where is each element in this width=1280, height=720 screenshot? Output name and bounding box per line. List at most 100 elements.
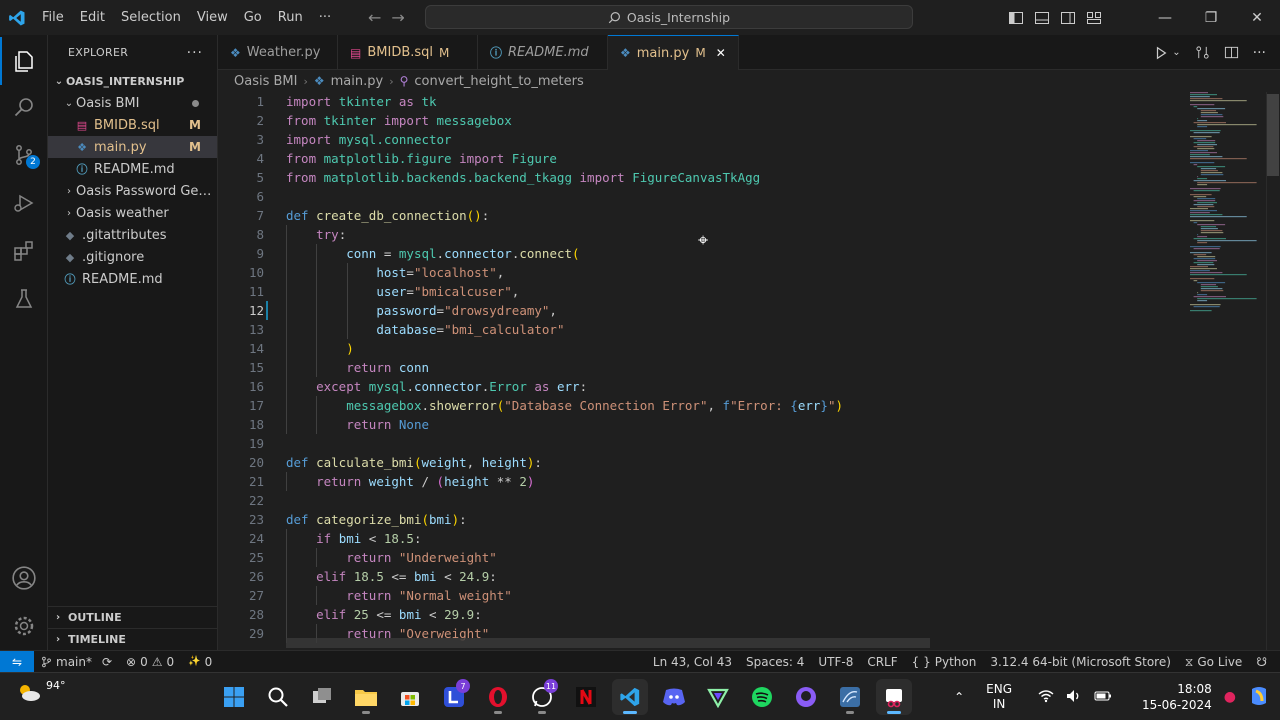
explorer-icon[interactable] (0, 37, 48, 85)
code-line[interactable]: host="localhost", (286, 263, 1186, 282)
back-arrow-icon[interactable]: ← (368, 8, 381, 27)
toggle-panel-icon[interactable] (1034, 10, 1050, 26)
code-line[interactable] (286, 491, 1186, 510)
menu-item[interactable]: ··· (311, 0, 339, 35)
code-line[interactable]: except mysql.connector.Error as err: (286, 377, 1186, 396)
vscode-taskbar-icon[interactable] (612, 679, 648, 715)
code-line[interactable]: return "Underweight" (286, 548, 1186, 567)
menu-item[interactable]: Run (270, 0, 311, 35)
code-line[interactable]: user="bmicalcuser", (286, 282, 1186, 301)
language-mode[interactable]: { } Python (905, 655, 984, 669)
tree-item[interactable]: ⓘ README.md (48, 268, 217, 290)
code-line[interactable]: return "Normal weight" (286, 586, 1186, 605)
close-tab-icon[interactable]: ✕ (716, 46, 726, 60)
tree-item[interactable]: › Oasis weather (48, 202, 217, 224)
code-line[interactable]: return conn (286, 358, 1186, 377)
chevron-down-icon[interactable]: ⌄ (1172, 47, 1180, 58)
problems-status[interactable]: ⊗ 0 ⚠ 0 (119, 655, 181, 669)
code-editor[interactable]: 1 2 3 4 5 6 7 8 9 10 11 12 13 14 15 16 17 18 19 20 21 22 23 24 2… (218, 92, 1280, 650)
more-actions-icon[interactable]: ··· (1253, 45, 1266, 61)
vertical-scrollbar[interactable] (1266, 92, 1280, 650)
code-line[interactable] (286, 187, 1186, 206)
tree-item[interactable]: ⌄ Oasis BMI (48, 92, 217, 114)
code-line[interactable]: from matplotlib.figure import Figure (286, 149, 1186, 168)
menu-item[interactable]: File (34, 0, 72, 35)
forward-arrow-icon[interactable]: → (391, 8, 404, 27)
command-center[interactable]: Oasis_Internship (425, 5, 913, 29)
close-window-icon[interactable]: ✕ (1234, 10, 1280, 26)
code-line[interactable]: elif 18.5 <= bmi < 24.9: (286, 567, 1186, 586)
code-line[interactable]: def calculate_bmi(weight, height): (286, 453, 1186, 472)
horizontal-scrollbar[interactable] (286, 638, 930, 648)
code-line[interactable]: ) (286, 339, 1186, 358)
editor-tab[interactable]: ⓘ README.md (478, 35, 608, 70)
menu-item[interactable]: Go (236, 0, 270, 35)
code-line[interactable]: try: (286, 225, 1186, 244)
weather-widget[interactable]: 94° (16, 679, 66, 703)
indentation[interactable]: Spaces: 4 (739, 655, 811, 669)
volume-icon[interactable] (1066, 689, 1082, 706)
proton-vpn-icon[interactable] (700, 679, 736, 715)
source-control-icon[interactable]: 2 (0, 131, 48, 179)
notification-bell-icon[interactable]: ● (1224, 689, 1236, 705)
settings-gear-icon[interactable] (0, 602, 48, 650)
editor-tab[interactable]: ❖ main.py M ✕ (608, 35, 739, 70)
restore-icon[interactable]: ❐ (1188, 10, 1234, 26)
task-view-icon[interactable] (304, 679, 340, 715)
code-line[interactable]: import tkinter as tk (286, 92, 1186, 111)
code-line[interactable]: return None (286, 415, 1186, 434)
code-line[interactable]: def create_db_connection(): (286, 206, 1186, 225)
tree-item[interactable]: ❖ main.py M (48, 136, 217, 158)
go-live[interactable]: ⧖ Go Live (1178, 655, 1249, 670)
copilot-icon[interactable] (1248, 685, 1270, 710)
clock[interactable]: 18:08 15-06-2024 (1142, 681, 1212, 713)
more-actions-icon[interactable]: ··· (187, 45, 203, 61)
search-icon[interactable] (0, 83, 48, 131)
accounts-icon[interactable] (0, 554, 48, 602)
tree-item[interactable]: ▤ BMIDB.sql M (48, 114, 217, 136)
app-l-icon[interactable]: 7 (436, 679, 472, 715)
tree-item[interactable]: ⓘ README.md (48, 158, 217, 180)
github-desktop-icon[interactable] (788, 679, 824, 715)
mysql-workbench-icon[interactable] (832, 679, 868, 715)
timeline-section[interactable]: › TIMELINE (48, 628, 218, 650)
whatsapp-icon[interactable]: 11 (524, 679, 560, 715)
minimize-icon[interactable]: — (1142, 10, 1188, 26)
spotify-icon[interactable] (744, 679, 780, 715)
minimap[interactable] (1186, 92, 1266, 322)
line-ending[interactable]: CRLF (860, 655, 904, 669)
testing-flask-icon[interactable] (0, 275, 48, 323)
code-line[interactable]: database="bmi_calculator" (286, 320, 1186, 339)
outline-section[interactable]: › OUTLINE (48, 606, 218, 628)
code-line[interactable]: from matplotlib.backends.backend_tkagg i… (286, 168, 1186, 187)
code-line[interactable]: if bmi < 18.5: (286, 529, 1186, 548)
opera-browser-icon[interactable] (480, 679, 516, 715)
tree-item[interactable]: › Oasis Password Gene... (48, 180, 217, 202)
start-windows-icon[interactable] (216, 679, 252, 715)
netflix-icon[interactable] (568, 679, 604, 715)
extensions-icon[interactable] (0, 227, 48, 275)
run-debug-icon[interactable] (0, 179, 48, 227)
compare-changes-icon[interactable] (1195, 45, 1210, 60)
split-editor-icon[interactable] (1224, 45, 1239, 60)
taskbar-search-icon[interactable] (260, 679, 296, 715)
workspace-root[interactable]: ⌄ OASIS_INTERNSHIP (48, 70, 217, 92)
customize-layout-icon[interactable] (1086, 10, 1102, 26)
menu-item[interactable]: Selection (113, 0, 189, 35)
editor-tab[interactable]: ▤ BMIDB.sql M (338, 35, 478, 70)
code-line[interactable]: conn = mysql.connector.connect( (286, 244, 1186, 263)
encoding[interactable]: UTF-8 (811, 655, 860, 669)
sync-icon[interactable]: ⟳ (102, 655, 112, 669)
battery-icon[interactable] (1094, 690, 1112, 705)
remote-icon[interactable]: ⇋ (0, 650, 34, 673)
code-line[interactable]: import mysql.connector (286, 130, 1186, 149)
discord-icon[interactable] (656, 679, 692, 715)
code-line[interactable]: elif 25 <= bmi < 29.9: (286, 605, 1186, 624)
toggle-sidebar-icon[interactable] (1008, 10, 1024, 26)
run-file-icon[interactable] (1154, 46, 1168, 60)
menu-item[interactable]: Edit (72, 0, 113, 35)
microsoft-store-icon[interactable] (392, 679, 428, 715)
branch-status[interactable]: main* ⟳ (34, 655, 119, 669)
editor-tab[interactable]: ❖ Weather.py (218, 35, 338, 70)
wifi-icon[interactable] (1038, 689, 1054, 706)
